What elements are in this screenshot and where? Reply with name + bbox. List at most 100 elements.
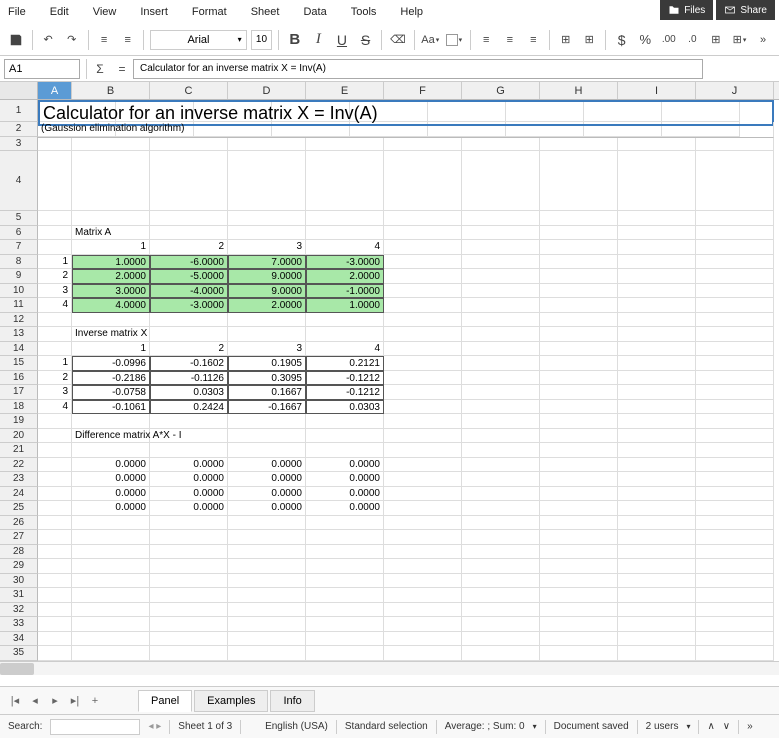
cell[interactable] — [540, 603, 618, 618]
cell[interactable] — [38, 342, 72, 357]
cell[interactable] — [38, 151, 72, 211]
cell[interactable]: -0.1061 — [72, 400, 150, 415]
search-input[interactable] — [50, 719, 140, 735]
cell[interactable] — [150, 603, 228, 618]
cell[interactable] — [696, 501, 774, 516]
merge-button[interactable]: ⊞ — [580, 28, 600, 52]
cell[interactable] — [696, 298, 774, 313]
cell[interactable] — [462, 646, 540, 661]
cell[interactable] — [462, 151, 540, 211]
row-header[interactable]: 22 — [0, 458, 38, 473]
col-header[interactable]: E — [306, 82, 384, 99]
cell[interactable] — [384, 269, 462, 284]
cell[interactable] — [696, 559, 774, 574]
undo-button[interactable]: ↶ — [38, 28, 58, 52]
cell[interactable]: -0.0758 — [72, 385, 150, 400]
col-header[interactable]: I — [618, 82, 696, 99]
cell[interactable] — [150, 226, 228, 241]
row-header[interactable]: 29 — [0, 559, 38, 574]
cell[interactable] — [696, 226, 774, 241]
cell[interactable]: 0.0000 — [228, 487, 306, 502]
row-header[interactable]: 15 — [0, 356, 38, 371]
dec-indent-button[interactable]: ≡ — [94, 28, 114, 52]
cell[interactable] — [72, 211, 150, 226]
font-size-input[interactable]: 10 — [251, 30, 273, 50]
cell[interactable] — [462, 400, 540, 415]
cell[interactable] — [150, 313, 228, 328]
inc-indent-button[interactable]: ≡ — [118, 28, 138, 52]
selection-mode[interactable]: Standard selection — [345, 721, 428, 732]
cell[interactable]: 3 — [38, 284, 72, 299]
cell[interactable]: 1 — [38, 356, 72, 371]
col-header[interactable]: H — [540, 82, 618, 99]
cell[interactable] — [384, 342, 462, 357]
row-header[interactable]: 23 — [0, 472, 38, 487]
cell[interactable] — [306, 151, 384, 211]
cell[interactable] — [618, 588, 696, 603]
cell[interactable] — [384, 371, 462, 386]
cell[interactable] — [540, 226, 618, 241]
cell[interactable] — [384, 385, 462, 400]
cell[interactable] — [696, 255, 774, 270]
cell[interactable] — [228, 313, 306, 328]
cell[interactable] — [150, 137, 228, 152]
cell[interactable] — [696, 151, 774, 211]
align-left-button[interactable]: ≡ — [476, 28, 496, 52]
cell[interactable]: 3.0000 — [72, 284, 150, 299]
last-sheet-button[interactable]: ▸| — [66, 692, 84, 710]
cell[interactable] — [38, 443, 72, 458]
cell[interactable] — [540, 269, 618, 284]
cell[interactable] — [384, 472, 462, 487]
cell[interactable] — [384, 151, 462, 211]
cell[interactable] — [384, 632, 462, 647]
text-color-button[interactable]: Aa — [421, 28, 441, 52]
cell[interactable] — [540, 632, 618, 647]
cell[interactable] — [306, 327, 384, 342]
cell[interactable] — [38, 530, 72, 545]
sheet-tab[interactable]: Info — [270, 690, 314, 712]
cell[interactable] — [696, 137, 774, 152]
cell[interactable]: 0.0303 — [150, 385, 228, 400]
cell[interactable] — [38, 501, 72, 516]
cell[interactable] — [696, 632, 774, 647]
row-header[interactable]: 27 — [0, 530, 38, 545]
menu-file[interactable]: File — [8, 6, 26, 18]
cell[interactable] — [696, 487, 774, 502]
cell[interactable] — [384, 400, 462, 415]
cell[interactable] — [540, 646, 618, 661]
cell[interactable] — [540, 574, 618, 589]
first-sheet-button[interactable]: |◂ — [6, 692, 24, 710]
cell[interactable] — [618, 151, 696, 211]
row-header[interactable]: 19 — [0, 414, 38, 429]
cell[interactable] — [540, 472, 618, 487]
menu-edit[interactable]: Edit — [50, 6, 69, 18]
menu-view[interactable]: View — [93, 6, 117, 18]
cell[interactable] — [696, 458, 774, 473]
cell[interactable] — [540, 313, 618, 328]
cell[interactable] — [150, 632, 228, 647]
cell[interactable]: 1.0000 — [306, 298, 384, 313]
cell[interactable] — [306, 211, 384, 226]
currency-button[interactable]: $ — [612, 28, 632, 52]
cell[interactable] — [150, 617, 228, 632]
cell[interactable] — [540, 371, 618, 386]
cell[interactable] — [150, 574, 228, 589]
row-header[interactable]: 35 — [0, 646, 38, 661]
cell[interactable] — [150, 516, 228, 531]
col-header[interactable]: J — [696, 82, 774, 99]
cell[interactable] — [540, 458, 618, 473]
cell[interactable] — [696, 385, 774, 400]
cell[interactable] — [306, 559, 384, 574]
cell[interactable] — [540, 356, 618, 371]
cell[interactable] — [384, 240, 462, 255]
cell[interactable] — [540, 516, 618, 531]
cell[interactable] — [228, 151, 306, 211]
menu-help[interactable]: Help — [400, 6, 423, 18]
row-header[interactable]: 11 — [0, 298, 38, 313]
valign-button[interactable]: ⊞ — [556, 28, 576, 52]
cell[interactable] — [384, 226, 462, 241]
cell[interactable]: 3 — [228, 240, 306, 255]
row-header[interactable]: 28 — [0, 545, 38, 560]
cell[interactable] — [38, 414, 72, 429]
cell[interactable] — [618, 603, 696, 618]
